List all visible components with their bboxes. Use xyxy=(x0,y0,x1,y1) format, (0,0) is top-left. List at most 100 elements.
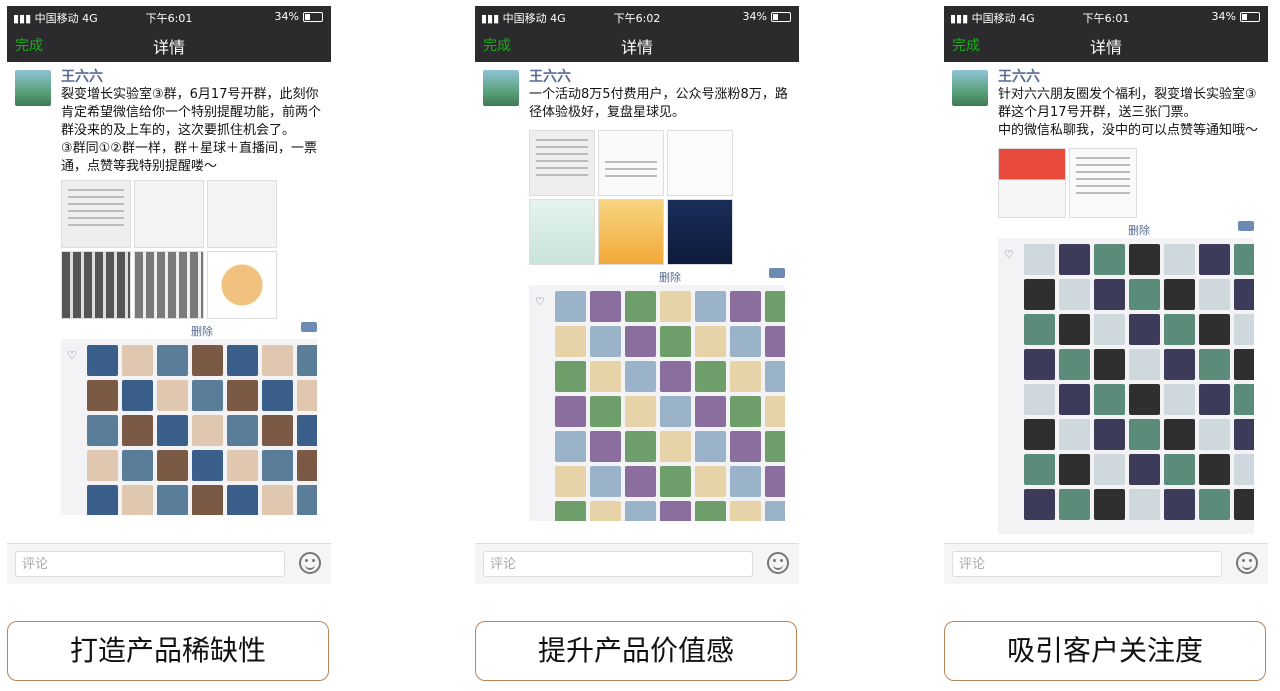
liker-avatar[interactable] xyxy=(555,396,586,427)
post-image[interactable] xyxy=(998,148,1066,218)
liker-avatar[interactable] xyxy=(1199,489,1230,520)
post-image[interactable] xyxy=(207,251,277,319)
liker-avatar[interactable] xyxy=(625,396,656,427)
liker-avatar[interactable] xyxy=(1059,489,1090,520)
liker-avatar[interactable] xyxy=(555,466,586,497)
liker-avatar[interactable] xyxy=(1129,489,1160,520)
liker-avatar[interactable] xyxy=(1059,349,1090,380)
liker-avatar[interactable] xyxy=(660,466,691,497)
liker-avatar[interactable] xyxy=(1164,244,1195,275)
liker-avatar[interactable] xyxy=(730,291,761,322)
liker-avatar[interactable] xyxy=(1094,419,1125,450)
liker-avatar[interactable] xyxy=(87,450,118,481)
liker-avatar[interactable] xyxy=(1234,419,1254,450)
liker-avatar[interactable] xyxy=(1234,489,1254,520)
delete-link[interactable]: 删除 xyxy=(191,323,213,339)
liker-avatar[interactable] xyxy=(1094,384,1125,415)
liker-avatar[interactable] xyxy=(1234,314,1254,345)
liker-avatar[interactable] xyxy=(227,345,258,376)
emoji-icon[interactable] xyxy=(1236,552,1258,574)
liker-avatar[interactable] xyxy=(87,485,118,515)
liker-avatar[interactable] xyxy=(157,450,188,481)
liker-avatar[interactable] xyxy=(730,396,761,427)
post-image[interactable] xyxy=(667,199,733,265)
liker-avatar[interactable] xyxy=(297,485,317,515)
liker-avatar[interactable] xyxy=(695,326,726,357)
liker-avatar[interactable] xyxy=(192,415,223,446)
liker-avatar[interactable] xyxy=(660,326,691,357)
liker-avatar[interactable] xyxy=(625,431,656,462)
liker-avatar[interactable] xyxy=(625,361,656,392)
liker-avatar[interactable] xyxy=(590,501,621,521)
liker-avatar[interactable] xyxy=(590,291,621,322)
liker-avatar[interactable] xyxy=(695,466,726,497)
post-image[interactable] xyxy=(61,251,131,319)
post-image[interactable] xyxy=(667,130,733,196)
liker-avatar[interactable] xyxy=(1199,384,1230,415)
liker-avatar[interactable] xyxy=(695,431,726,462)
liker-avatar[interactable] xyxy=(1024,454,1055,485)
liker-avatar[interactable] xyxy=(1129,454,1160,485)
liker-avatar[interactable] xyxy=(1024,489,1055,520)
liker-avatar[interactable] xyxy=(87,345,118,376)
delete-link[interactable]: 删除 xyxy=(659,269,681,285)
liker-avatar[interactable] xyxy=(660,501,691,521)
liker-avatar[interactable] xyxy=(1129,349,1160,380)
liker-avatar[interactable] xyxy=(262,485,293,515)
liker-avatar[interactable] xyxy=(765,431,785,462)
author-avatar[interactable] xyxy=(483,70,519,106)
emoji-icon[interactable] xyxy=(767,552,789,574)
liker-avatar[interactable] xyxy=(695,396,726,427)
liker-avatar[interactable] xyxy=(625,501,656,521)
liker-avatar[interactable] xyxy=(297,345,317,376)
liker-avatar[interactable] xyxy=(1024,244,1055,275)
liker-avatar[interactable] xyxy=(590,466,621,497)
liker-avatar[interactable] xyxy=(590,361,621,392)
liker-avatar[interactable] xyxy=(262,345,293,376)
liker-avatar[interactable] xyxy=(1094,489,1125,520)
liker-avatar[interactable] xyxy=(1164,454,1195,485)
liker-avatar[interactable] xyxy=(1164,349,1195,380)
liker-avatar[interactable] xyxy=(1024,384,1055,415)
liker-avatar[interactable] xyxy=(765,326,785,357)
liker-avatar[interactable] xyxy=(1234,279,1254,310)
liker-avatar[interactable] xyxy=(765,396,785,427)
liker-avatar[interactable] xyxy=(1094,244,1125,275)
liker-avatar[interactable] xyxy=(192,450,223,481)
liker-avatar[interactable] xyxy=(1094,349,1125,380)
liker-avatar[interactable] xyxy=(297,380,317,411)
author-name[interactable]: 王六六 xyxy=(61,68,323,86)
liker-avatar[interactable] xyxy=(1129,384,1160,415)
post-image[interactable] xyxy=(1069,148,1137,218)
more-icon[interactable] xyxy=(301,322,317,332)
liker-avatar[interactable] xyxy=(1199,314,1230,345)
liker-avatar[interactable] xyxy=(660,361,691,392)
liker-avatar[interactable] xyxy=(1199,349,1230,380)
liker-avatar[interactable] xyxy=(157,415,188,446)
liker-avatar[interactable] xyxy=(262,450,293,481)
liker-avatar[interactable] xyxy=(730,431,761,462)
liker-avatar[interactable] xyxy=(1129,314,1160,345)
liker-avatar[interactable] xyxy=(122,415,153,446)
liker-avatar[interactable] xyxy=(1199,419,1230,450)
liker-avatar[interactable] xyxy=(192,380,223,411)
post-image[interactable] xyxy=(134,251,204,319)
liker-avatar[interactable] xyxy=(1059,419,1090,450)
liker-avatar[interactable] xyxy=(1164,384,1195,415)
liker-avatar[interactable] xyxy=(1129,279,1160,310)
liker-avatar[interactable] xyxy=(590,431,621,462)
post-image[interactable] xyxy=(529,199,595,265)
liker-avatar[interactable] xyxy=(1059,454,1090,485)
author-avatar[interactable] xyxy=(952,70,988,106)
liker-avatar[interactable] xyxy=(730,466,761,497)
liker-avatar[interactable] xyxy=(1234,244,1254,275)
liker-avatar[interactable] xyxy=(192,345,223,376)
author-name[interactable]: 王六六 xyxy=(998,68,1260,86)
more-icon[interactable] xyxy=(769,268,785,278)
liker-avatar[interactable] xyxy=(122,345,153,376)
liker-avatar[interactable] xyxy=(1199,244,1230,275)
liker-avatar[interactable] xyxy=(590,326,621,357)
liker-avatar[interactable] xyxy=(765,291,785,322)
liker-avatar[interactable] xyxy=(555,291,586,322)
emoji-icon[interactable] xyxy=(299,552,321,574)
